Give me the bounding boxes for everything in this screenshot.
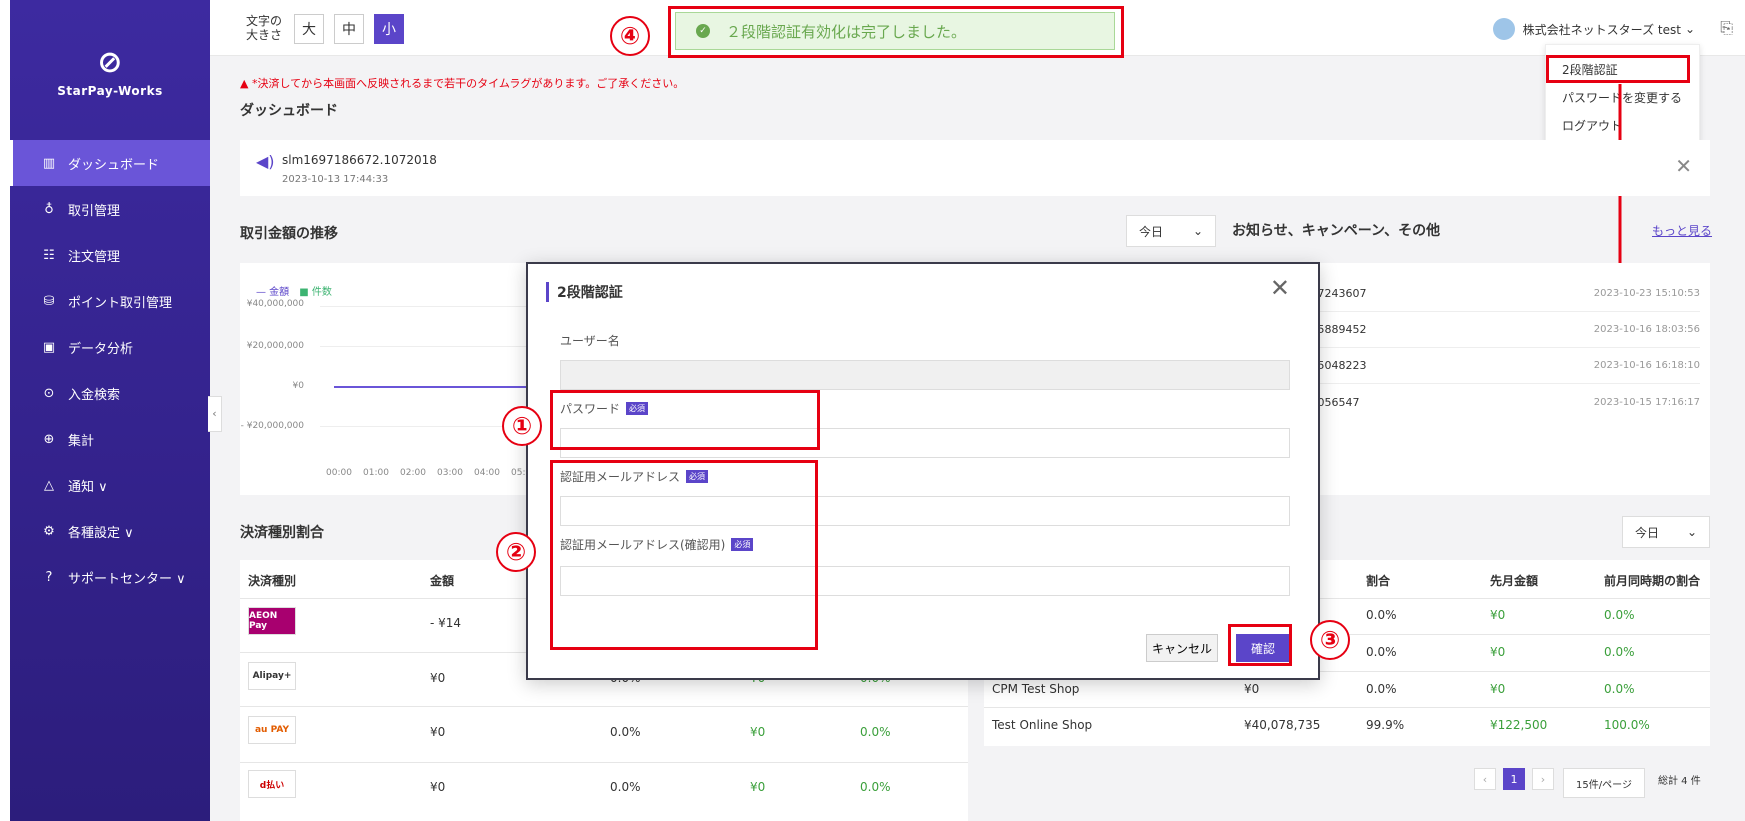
y-tick: - ¥20,000,000 xyxy=(240,421,304,431)
table-cell: 0.0% xyxy=(860,780,891,794)
close-icon[interactable]: ✕ xyxy=(1270,274,1290,302)
table-cell: 0.0% xyxy=(1604,645,1635,659)
shop-period-select[interactable]: 今日 ⌄ xyxy=(1622,516,1710,548)
x-tick: 04:00 xyxy=(474,468,500,478)
news-item[interactable]: 89.5048223 2023-10-16 16:18:10 xyxy=(1300,348,1700,384)
highlight-box-confirm xyxy=(1228,624,1292,666)
cancel-button[interactable]: キャンセル xyxy=(1146,634,1218,662)
page-title: ダッシュボード xyxy=(240,103,338,119)
table-cell: ¥122,500 xyxy=(1490,718,1548,732)
column-header: 決済種別 xyxy=(248,574,297,588)
label-text: ユーザー名 xyxy=(560,334,620,348)
trend-period-select[interactable]: 今日 ⌄ xyxy=(1126,215,1216,247)
news-date: 2023-10-23 15:10:53 xyxy=(1593,288,1700,299)
chart-legend: — 金額 ■ 件数 xyxy=(256,283,332,298)
annotation-1: ① xyxy=(502,406,542,446)
legend-amount: — 金額 xyxy=(256,287,290,298)
column-header: 先月金額 xyxy=(1490,574,1539,588)
select-value: 今日 xyxy=(1139,224,1164,239)
x-tick: 00:00 xyxy=(326,468,352,478)
table-cell: Test Online Shop xyxy=(992,718,1093,732)
divider xyxy=(240,706,968,707)
au-pay-logo: au PAY xyxy=(248,716,296,744)
modal-title: 2段階認証 xyxy=(546,282,623,302)
username-label: ユーザー名 xyxy=(560,332,620,349)
table-cell: 0.0% xyxy=(1604,608,1635,622)
table-cell: ¥40,078,735 xyxy=(1244,718,1321,732)
news-item[interactable]: 52.7243607 2023-10-23 15:10:53 xyxy=(1300,276,1700,312)
table-cell: 100.0% xyxy=(1604,718,1650,732)
pager-prev-button[interactable]: ‹ xyxy=(1474,768,1496,790)
legend-count: ■ 件数 xyxy=(299,287,332,298)
column-header: 金額 xyxy=(430,574,455,588)
table-cell: 0.0% xyxy=(1366,608,1397,622)
news-item[interactable]: 77.056547 2023-10-15 17:16:17 xyxy=(1300,384,1700,420)
table-cell: 99.9% xyxy=(1366,718,1405,732)
page-size-select[interactable]: 15件/ページ xyxy=(1563,768,1645,798)
table-cell: ¥0 xyxy=(430,780,446,794)
table-cell: ¥0 xyxy=(1490,645,1506,659)
more-link[interactable]: もっと見る xyxy=(1652,222,1712,239)
speaker-icon: ◀) xyxy=(256,152,275,171)
notice-banner: ◀) slm1697186672.1072018 2023-10-13 17:4… xyxy=(240,140,1710,196)
table-cell: 0.0% xyxy=(610,725,641,739)
divider xyxy=(984,707,1710,708)
x-tick: 03:00 xyxy=(437,468,463,478)
trend-title: 取引金額の推移 xyxy=(240,226,338,242)
annotation-2: ② xyxy=(496,532,536,572)
column-header: 前月同時期の割合 xyxy=(1604,574,1701,588)
table-cell: 0.0% xyxy=(610,780,641,794)
x-tick: 02:00 xyxy=(400,468,426,478)
highlight-box-password xyxy=(550,390,820,450)
pager-page-1[interactable]: 1 xyxy=(1503,768,1525,790)
table-cell: ¥0 xyxy=(1244,682,1260,696)
y-tick: ¥20,000,000 xyxy=(246,341,304,351)
news-item[interactable]: 35.5889452 2023-10-16 18:03:56 xyxy=(1300,312,1700,348)
news-date: 2023-10-16 18:03:56 xyxy=(1593,324,1700,335)
notice-title[interactable]: slm1697186672.1072018 xyxy=(282,153,437,167)
close-icon[interactable]: ✕ xyxy=(1675,154,1692,178)
news-date: 2023-10-15 17:16:17 xyxy=(1593,396,1700,408)
pager-next-button[interactable]: › xyxy=(1532,768,1554,790)
x-tick: 01:00 xyxy=(363,468,389,478)
aeon-pay-logo: AEON Pay xyxy=(248,607,296,635)
chevron-down-icon: ⌄ xyxy=(1192,224,1203,238)
news-date: 2023-10-16 16:18:10 xyxy=(1593,360,1700,371)
table-cell: - ¥14 xyxy=(430,616,462,630)
table-cell: ¥0 xyxy=(750,780,766,794)
notice-date: 2023-10-13 17:44:33 xyxy=(282,174,389,185)
y-tick: ¥40,000,000 xyxy=(246,299,304,309)
select-value: 今日 xyxy=(1635,525,1660,540)
column-header: 割合 xyxy=(1366,574,1391,588)
payment-title: 決済種別割合 xyxy=(240,525,324,541)
news-title: お知らせ、キャンペーン、その他 xyxy=(1232,223,1441,239)
table-cell: ¥0 xyxy=(1490,682,1506,696)
table-cell: 0.0% xyxy=(1366,682,1397,696)
table-cell: ¥0 xyxy=(430,671,446,685)
annotation-3: ③ xyxy=(1310,620,1350,660)
highlight-box-email xyxy=(550,460,818,650)
table-cell: ¥0 xyxy=(1490,608,1506,622)
username-field xyxy=(560,360,1290,390)
divider xyxy=(240,762,968,763)
table-cell: 0.0% xyxy=(1604,682,1635,696)
table-cell: CPM Test Shop xyxy=(992,682,1080,696)
table-cell: 0.0% xyxy=(1366,645,1397,659)
chevron-down-icon: ⌄ xyxy=(1686,525,1697,539)
table-cell: ¥0 xyxy=(430,725,446,739)
alipay-logo: Alipay+ xyxy=(248,662,296,690)
d-barai-logo: d払い xyxy=(248,770,296,798)
total-count: 総計 4 件 xyxy=(1658,776,1701,787)
table-cell: ¥0 xyxy=(750,725,766,739)
timelag-warning: ▲ *決済してから本画面へ反映されるまで若干のタイムラグがあります。ご了承くださ… xyxy=(240,77,685,90)
y-tick: ¥0 xyxy=(292,381,304,391)
table-cell: 0.0% xyxy=(860,725,891,739)
